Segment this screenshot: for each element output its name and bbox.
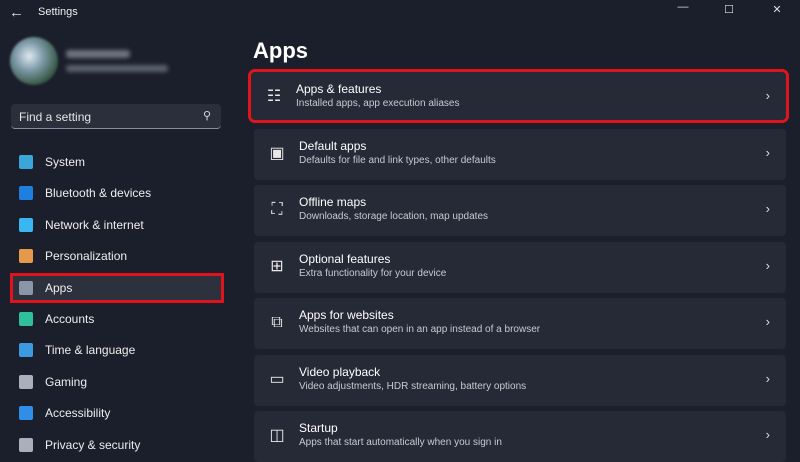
default-apps-icon: ▣ — [269, 144, 285, 162]
card-subtitle: Installed apps, app execution aliases — [296, 98, 460, 109]
accounts-icon — [19, 312, 33, 326]
sidebar-item-gaming[interactable]: Gaming — [12, 369, 222, 395]
sidebar-item-personalization[interactable]: Personalization — [12, 243, 222, 269]
sidebar-item-label: Privacy & security — [45, 437, 141, 452]
card-apps-features[interactable]: ☷ Apps & features Installed apps, app exec… — [248, 69, 789, 123]
search-input[interactable]: Find a setting ⚲ — [11, 104, 221, 129]
page-title: Apps — [253, 38, 308, 63]
apps-icon — [19, 280, 33, 295]
card-title: Video playback — [299, 364, 381, 379]
card-title: Default apps — [299, 138, 367, 153]
apps-features-icon: ☷ — [266, 88, 282, 105]
card-optional-features[interactable]: ⊞ Optional features Extra functionality fo… — [254, 241, 786, 293]
startup-icon: ◫ — [269, 427, 285, 444]
sidebar-item-label: Apps — [45, 280, 73, 295]
search-placeholder: Find a setting — [19, 110, 92, 124]
privacy-icon — [19, 437, 33, 452]
card-subtitle: Extra functionality for your device — [299, 267, 447, 279]
sidebar-item-bluetooth-devices[interactable]: Bluetooth & devices — [12, 180, 222, 206]
chevron-right-icon: › — [765, 427, 770, 442]
sidebar-item-label: Personalization — [45, 249, 128, 264]
card-subtitle: Video adjustments, HDR streaming, batter… — [299, 380, 527, 392]
maximize-button[interactable]: ☐ — [706, 3, 752, 25]
sidebar-item-label: Time & language — [45, 343, 136, 358]
sidebar-item-label: Gaming — [45, 374, 88, 389]
network-icon — [19, 217, 33, 232]
bluetooth-icon — [19, 186, 33, 201]
offline-maps-icon: ⛶ — [271, 201, 283, 218]
close-button[interactable]: ✕ — [754, 3, 800, 25]
chevron-right-icon: › — [765, 88, 770, 103]
search-icon[interactable]: ⚲ — [203, 109, 211, 122]
chevron-right-icon: › — [765, 314, 770, 329]
user-name-blurred — [66, 50, 130, 58]
card-video-playback[interactable]: ▭ Video playback Video adjustments, HDR st… — [254, 354, 786, 406]
window-title: Settings — [38, 6, 78, 18]
sidebar-item-label: Bluetooth & devices — [45, 186, 152, 201]
sidebar-item-label: Accounts — [45, 312, 95, 326]
card-title: Optional features — [299, 251, 391, 266]
sidebar-item-label: Network & internet — [45, 217, 144, 232]
system-icon — [19, 155, 33, 169]
video-playback-icon: ▭ — [269, 370, 285, 388]
accessibility-icon — [19, 406, 33, 421]
card-default-apps[interactable]: ▣ Default apps Defaults for file and link … — [254, 128, 786, 180]
chevron-right-icon: › — [765, 370, 770, 386]
card-title: Apps & features — [296, 82, 382, 96]
card-title: Startup — [299, 421, 338, 435]
card-subtitle: Defaults for file and link types, other … — [299, 154, 496, 166]
avatar[interactable] — [10, 37, 58, 85]
card-subtitle: Apps that start automatically when you s… — [299, 437, 502, 448]
sidebar-item-label: System — [45, 155, 86, 169]
sidebar-item-apps[interactable]: Apps — [10, 272, 224, 303]
card-subtitle: Downloads, storage location, map updates — [299, 211, 489, 222]
sidebar-item-label: Accessibility — [45, 406, 111, 421]
card-offline-maps[interactable]: ⛶ Offline maps Downloads, storage location… — [254, 185, 786, 236]
user-email-blurred — [66, 65, 168, 72]
chevron-right-icon: › — [765, 201, 770, 216]
card-title: Offline maps — [299, 195, 367, 209]
optional-features-icon: ⊞ — [270, 257, 284, 275]
apps-for-websites-icon: ⧉ — [271, 314, 283, 331]
sidebar-item-privacy-security[interactable]: Privacy & security — [12, 432, 222, 458]
minimize-button[interactable]: — — [660, 0, 706, 22]
card-startup[interactable]: ◫ Startup Apps that start automatically wh… — [254, 411, 786, 462]
chevron-right-icon: › — [765, 144, 770, 160]
sidebar-item-network-internet[interactable]: Network & internet — [12, 212, 222, 238]
card-subtitle: Websites that can open in an app instead… — [299, 324, 541, 335]
gaming-icon — [19, 374, 33, 389]
back-button[interactable]: ← — [9, 4, 24, 21]
card-apps-for-websites[interactable]: ⧉ Apps for websites Websites that can open… — [254, 298, 786, 349]
card-title: Apps for websites — [299, 308, 394, 322]
time-icon — [19, 343, 33, 358]
chevron-right-icon: › — [765, 257, 770, 273]
sidebar-item-system[interactable]: System — [12, 149, 222, 175]
sidebar-item-time-language[interactable]: Time & language — [12, 337, 222, 363]
title-bar: ← Settings — ☐ ✕ — [0, 0, 800, 26]
sidebar-item-accessibility[interactable]: Accessibility — [12, 400, 222, 426]
sidebar-item-accounts[interactable]: Accounts — [12, 306, 222, 332]
personalization-icon — [19, 249, 33, 264]
